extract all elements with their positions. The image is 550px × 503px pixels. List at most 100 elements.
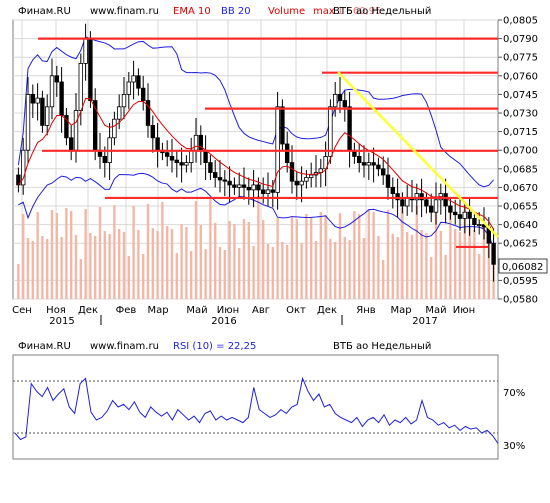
volume-bar: [17, 264, 20, 299]
volume-bar: [209, 199, 212, 299]
volume-bar: [310, 217, 313, 299]
candle-body: [102, 155, 107, 163]
volume-bar: [26, 238, 30, 299]
volume-bar: [425, 233, 428, 299]
volume-bar: [74, 235, 78, 299]
volume-bar: [103, 231, 106, 299]
candle-body: [457, 214, 463, 219]
volume-bar: [50, 210, 54, 299]
volume-bar: [319, 212, 322, 299]
volume-bar: [156, 231, 159, 299]
volume-bar: [314, 241, 318, 299]
volume-bar: [132, 206, 135, 299]
volume-bar: [36, 212, 39, 299]
volume-bar: [252, 246, 255, 299]
volume-bar: [161, 202, 164, 299]
x-tick-label: Мар: [390, 305, 411, 316]
x-year-label: 2017: [412, 316, 437, 327]
candle-body: [155, 137, 160, 151]
x-tick-label: Июн: [217, 305, 239, 316]
candle-body: [169, 155, 175, 161]
candle-body: [49, 75, 55, 108]
volume-bar: [439, 231, 442, 299]
candle-body: [117, 106, 122, 120]
candle-body: [112, 118, 117, 139]
volume-bar: [228, 221, 231, 299]
volume-bar: [343, 237, 346, 299]
candle-body: [337, 94, 343, 102]
volume-bar: [444, 255, 447, 299]
rsi-plot-area: [12, 354, 499, 460]
volume-bar: [367, 209, 370, 299]
volume-bar: [262, 220, 265, 299]
candle-body: [294, 180, 299, 186]
candle-body: [270, 189, 275, 193]
volume-bar: [31, 241, 34, 299]
candle-body: [265, 189, 271, 195]
volume-bar: [79, 259, 82, 299]
volume-bar: [60, 237, 63, 299]
candle-body: [304, 177, 309, 182]
candle-body: [251, 184, 256, 191]
y-tick-label: 0,0595: [503, 276, 538, 287]
x-year-label: 2015: [49, 316, 74, 327]
volume-bar: [271, 247, 274, 299]
candle-body: [73, 110, 79, 151]
rsi-value-label: RSI (10) = 22,25: [173, 341, 256, 352]
volume-bar: [478, 254, 481, 299]
x-tick-label: Май: [186, 305, 207, 316]
volume-bar: [386, 210, 390, 299]
candle-body: [342, 100, 347, 108]
candle-body: [275, 106, 280, 193]
candle-body: [476, 224, 482, 227]
x-tick-label: Сен: [12, 305, 32, 316]
volume-bar: [406, 232, 409, 299]
x-tick-label: Окт: [286, 305, 306, 316]
x-tick-label: Фев: [116, 305, 137, 316]
candle-body: [217, 177, 223, 181]
candle-body: [69, 137, 74, 151]
volume-bar: [329, 239, 332, 299]
chart-stage: Финам.RU www.finam.ru EMA 10 BB 20 Volum…: [0, 0, 550, 499]
volume-bar: [377, 236, 380, 299]
candle-body: [184, 162, 189, 166]
volume-bar: [89, 233, 92, 299]
volume-bar: [175, 253, 178, 299]
candle-body: [236, 184, 242, 188]
candle-body: [246, 186, 251, 191]
volume-bar: [190, 251, 193, 299]
candle-body: [433, 199, 439, 213]
candle-body: [78, 63, 83, 111]
candle-body: [54, 75, 59, 83]
candle-body: [308, 174, 314, 178]
candle-body: [289, 162, 295, 182]
volume-bar: [420, 230, 423, 299]
x-year-label: 2016: [211, 316, 236, 327]
candle-body: [328, 106, 333, 157]
volume-bar: [151, 228, 154, 299]
volume-bar: [142, 254, 145, 299]
volume-bar: [286, 245, 289, 299]
volume-bar: [454, 229, 457, 299]
candle-body: [25, 94, 31, 151]
y-tick-label: 0,0760: [503, 71, 538, 82]
x-tick-label: Дек: [78, 305, 98, 316]
volume-bar: [396, 237, 399, 299]
x-tick-label: Ноя: [46, 305, 66, 316]
header-ema: EMA 10: [173, 6, 211, 17]
volume-bar: [180, 224, 183, 299]
candle-body: [121, 94, 127, 108]
candle-body: [164, 152, 170, 157]
y-tick-label: 0,0715: [503, 127, 538, 138]
candle-body: [126, 81, 131, 95]
volume-bar: [324, 215, 327, 299]
candle-body: [356, 155, 362, 163]
candle-body: [452, 211, 458, 216]
candle-body: [131, 75, 136, 83]
volume-bar: [430, 257, 433, 299]
candle-body: [188, 149, 194, 163]
volume-bar: [257, 196, 260, 299]
candle-body: [448, 205, 453, 213]
candle-body: [136, 75, 141, 89]
candle-body: [222, 179, 227, 182]
